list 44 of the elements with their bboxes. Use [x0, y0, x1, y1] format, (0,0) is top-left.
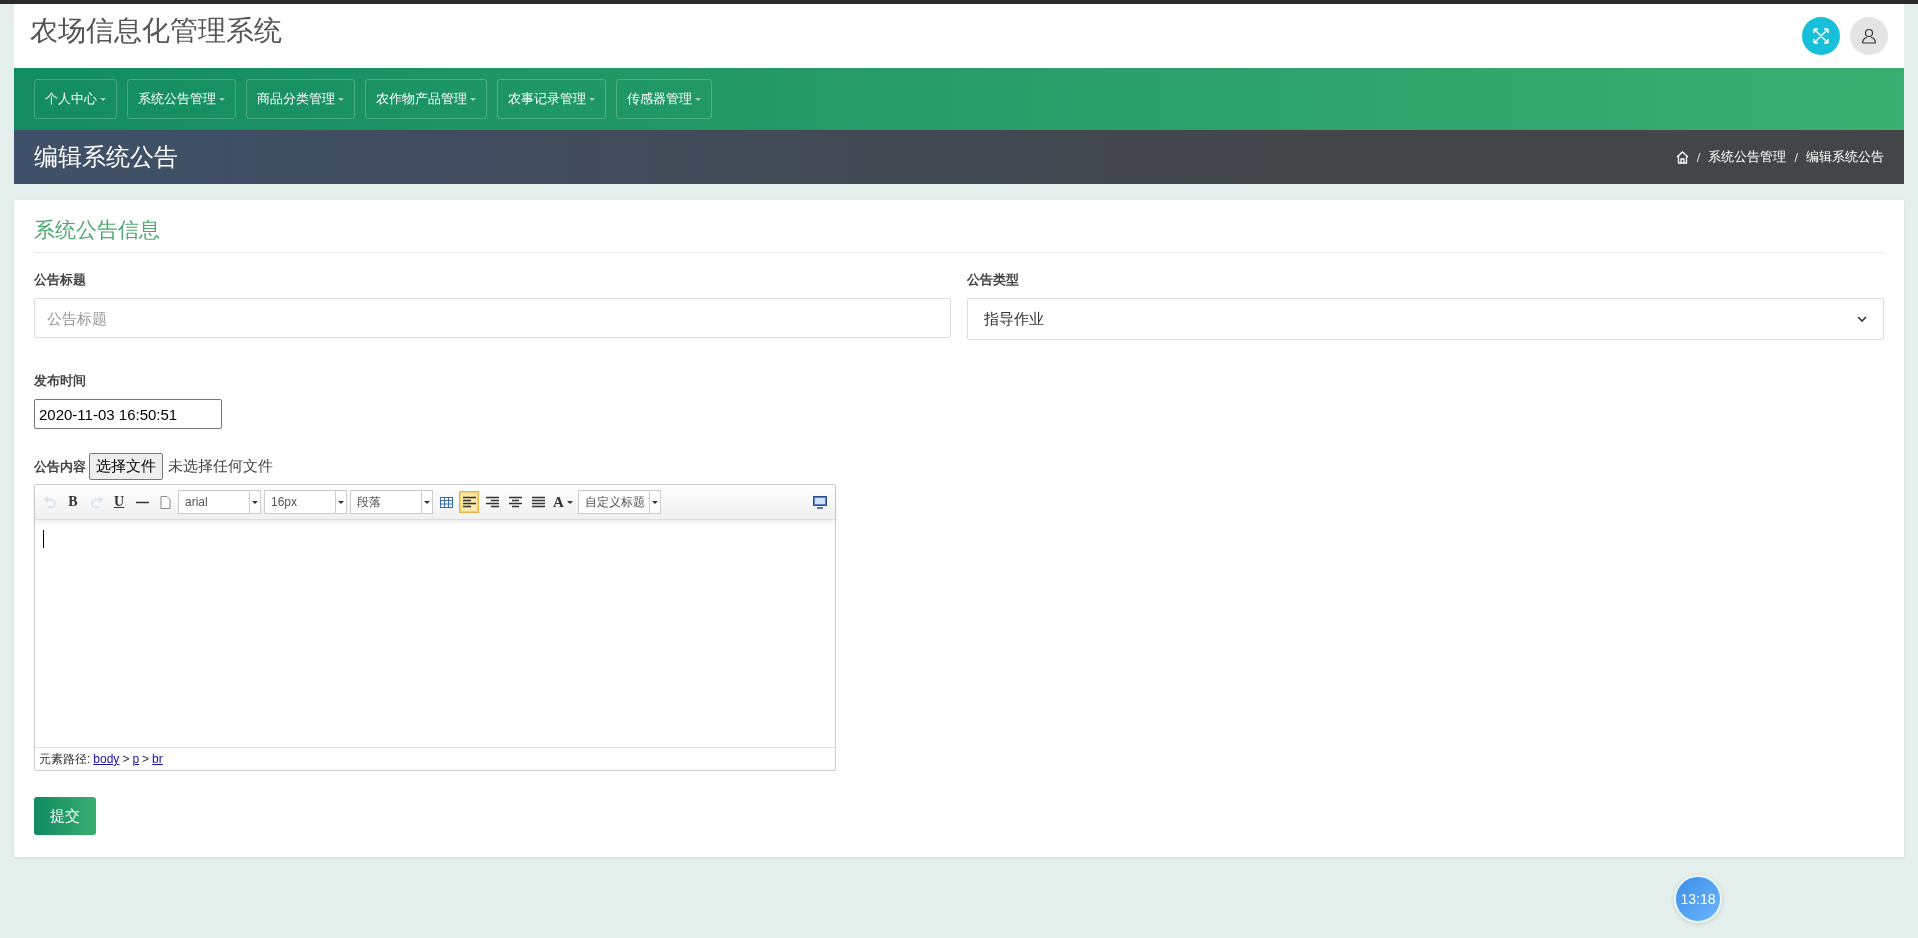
nav-menu-button[interactable]: 商品分类管理 — [246, 79, 355, 119]
editor-dropdown[interactable]: 自定义标题 — [577, 490, 661, 514]
nav-menu-button[interactable]: 系统公告管理 — [127, 79, 236, 119]
chevron-down-icon — [1857, 316, 1867, 322]
breadcrumb-item[interactable]: 系统公告管理 — [1708, 148, 1787, 166]
clock-widget: 13:18 — [1674, 875, 1722, 923]
file-status: 未选择任何文件 — [168, 457, 273, 476]
path-label: 元素路径: — [39, 750, 91, 768]
editor-dropdown[interactable]: 16px — [264, 490, 347, 514]
editor-dropdown[interactable]: arial — [178, 490, 261, 514]
format-button[interactable]: B — [63, 491, 83, 513]
nav-menu-button[interactable]: 传感器管理 — [616, 79, 712, 119]
user-button[interactable] — [1850, 17, 1888, 55]
breadcrumb-item[interactable]: 编辑系统公告 — [1806, 148, 1884, 166]
path-link[interactable]: br — [152, 752, 163, 766]
nav-menu-button[interactable]: 个人中心 — [34, 79, 117, 119]
field-label: 发布时间 — [34, 372, 87, 390]
user-icon — [1861, 28, 1877, 44]
app-title: 农场信息化管理系统 — [30, 14, 282, 48]
page-title: 编辑系统公告 — [34, 142, 178, 172]
expand-icon — [1813, 28, 1829, 44]
home-icon[interactable] — [1675, 150, 1689, 164]
choose-file-button[interactable]: 选择文件 — [89, 453, 163, 480]
date-input[interactable]: 2020-11-03 16:50:51 — [34, 399, 222, 429]
breadcrumb-separator: / — [1696, 149, 1701, 165]
submit-button[interactable]: 提交 — [34, 797, 96, 835]
type-select[interactable]: 指导作业 — [967, 298, 1884, 340]
nav-menu-button[interactable]: 农作物产品管理 — [365, 79, 487, 119]
font-color-button[interactable]: A — [551, 491, 575, 513]
editor-dropdown[interactable]: 段落 — [350, 490, 433, 514]
path-link[interactable]: p — [132, 752, 140, 766]
path-separator: > — [122, 752, 130, 766]
align-left-icon[interactable] — [459, 491, 479, 513]
path-link[interactable]: body — [93, 752, 120, 766]
text-cursor — [43, 530, 44, 548]
title-input[interactable]: 公告标题 — [34, 298, 951, 338]
field-label: 公告标题 — [34, 271, 87, 289]
field-label: 公告类型 — [967, 271, 1020, 289]
format-button[interactable]: U — [109, 491, 129, 513]
path-separator: > — [142, 752, 150, 766]
card-title: 系统公告信息 — [34, 216, 1884, 253]
nav-menu-button[interactable]: 农事记录管理 — [497, 79, 606, 119]
breadcrumb-separator: / — [1794, 149, 1798, 165]
field-label: 公告内容 — [34, 457, 86, 476]
